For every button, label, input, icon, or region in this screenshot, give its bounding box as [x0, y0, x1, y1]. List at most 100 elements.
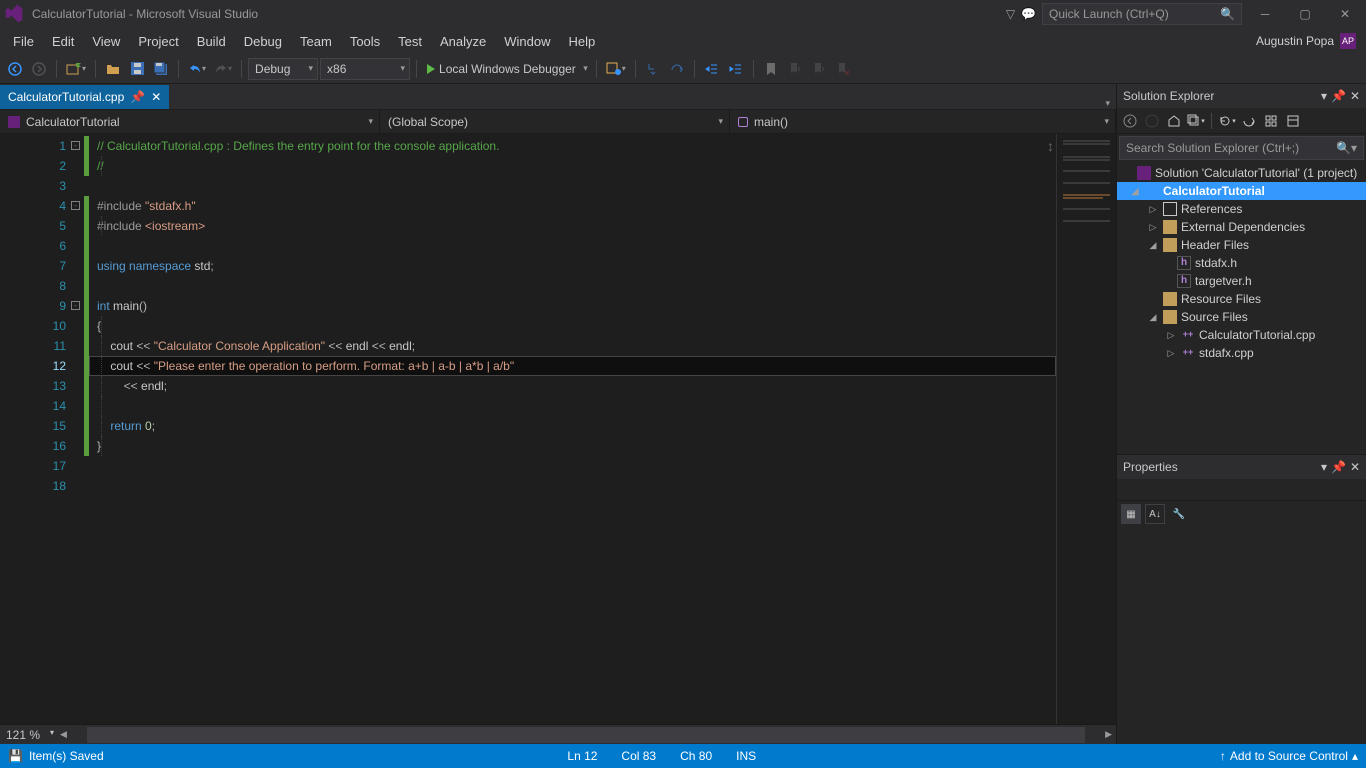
properties-panel: Properties ▾ 📌 ✕ ▦ A↓ 🔧: [1117, 454, 1366, 744]
nav-scope-label: (Global Scope): [388, 115, 468, 129]
back-icon[interactable]: [1121, 112, 1139, 130]
categorized-button[interactable]: ▦: [1121, 504, 1141, 524]
auto-hide-button[interactable]: 📌: [1331, 460, 1346, 474]
home-icon[interactable]: [1165, 112, 1183, 130]
menu-edit[interactable]: Edit: [43, 30, 83, 53]
external-deps-node[interactable]: ▷External Dependencies: [1117, 218, 1366, 236]
header-files-node[interactable]: ◢Header Files: [1117, 236, 1366, 254]
stdafx-h-node[interactable]: hstdafx.h: [1117, 254, 1366, 272]
menu-window[interactable]: Window: [495, 30, 559, 53]
project-node[interactable]: ◢CalculatorTutorial: [1117, 182, 1366, 200]
pin-icon[interactable]: 📌: [130, 90, 145, 104]
menu-debug[interactable]: Debug: [235, 30, 291, 53]
zoom-combo[interactable]: 121 %: [0, 728, 56, 742]
save-button[interactable]: [126, 58, 148, 80]
source-files-node[interactable]: ◢Source Files: [1117, 308, 1366, 326]
bookmark-button[interactable]: [760, 58, 782, 80]
start-debug-button[interactable]: Local Windows Debugger: [423, 58, 590, 80]
stdafx-cpp-node[interactable]: ▷++stdafx.cpp: [1117, 344, 1366, 362]
calc-cpp-node[interactable]: ▷++CalculatorTutorial.cpp: [1117, 326, 1366, 344]
user-account[interactable]: Augustin Popa AP: [1256, 33, 1362, 49]
step-over-button[interactable]: [666, 58, 688, 80]
back-button[interactable]: [4, 58, 26, 80]
horizontal-scrollbar[interactable]: [87, 727, 1085, 743]
nav-project-combo[interactable]: CalculatorTutorial: [0, 110, 380, 133]
solution-explorer-search[interactable]: Search Solution Explorer (Ctrl+;) 🔍▾: [1119, 136, 1364, 160]
solution-tree[interactable]: Solution 'CalculatorTutorial' (1 project…: [1117, 162, 1366, 454]
auto-hide-button[interactable]: 📌: [1331, 89, 1346, 103]
solution-config-combo[interactable]: Debug: [248, 58, 318, 80]
menu-file[interactable]: File: [4, 30, 43, 53]
close-panel-button[interactable]: ✕: [1350, 89, 1360, 103]
next-bookmark-button[interactable]: [808, 58, 830, 80]
collapse-all-icon[interactable]: [1240, 112, 1258, 130]
user-name: Augustin Popa: [1256, 34, 1334, 48]
search-placeholder: Search Solution Explorer (Ctrl+;): [1126, 141, 1299, 155]
decrease-indent-button[interactable]: [701, 58, 723, 80]
quick-launch-placeholder: Quick Launch (Ctrl+Q): [1049, 7, 1220, 21]
status-line: Ln 12: [567, 749, 597, 763]
undo-button[interactable]: ▾: [185, 58, 209, 80]
window-position-button[interactable]: ▾: [1321, 460, 1327, 474]
window-position-button[interactable]: ▾: [1321, 89, 1327, 103]
properties-icon[interactable]: [1284, 112, 1302, 130]
clear-bookmarks-button[interactable]: [832, 58, 854, 80]
vs-logo-icon: [4, 4, 24, 24]
maximize-button[interactable]: ▢: [1288, 2, 1322, 26]
menu-test[interactable]: Test: [389, 30, 431, 53]
properties-title: Properties ▾ 📌 ✕: [1117, 455, 1366, 479]
solution-node[interactable]: Solution 'CalculatorTutorial' (1 project…: [1117, 164, 1366, 182]
user-avatar: AP: [1340, 33, 1356, 49]
close-button[interactable]: ✕: [1328, 2, 1362, 26]
property-pages-button[interactable]: 🔧: [1169, 504, 1189, 524]
increase-indent-button[interactable]: [725, 58, 747, 80]
status-ins: INS: [736, 749, 756, 763]
browser-link-button[interactable]: ▾: [603, 58, 629, 80]
close-panel-button[interactable]: ✕: [1350, 460, 1360, 474]
resource-files-node[interactable]: Resource Files: [1117, 290, 1366, 308]
redo-button[interactable]: ▾: [211, 58, 235, 80]
feedback-icon[interactable]: 💬: [1021, 7, 1036, 21]
save-all-button[interactable]: [150, 58, 172, 80]
status-saved: Item(s) Saved: [29, 749, 104, 763]
menu-team[interactable]: Team: [291, 30, 341, 53]
tab-calculatortutorial-cpp[interactable]: CalculatorTutorial.cpp 📌 ✕: [0, 85, 169, 109]
quick-launch-input[interactable]: Quick Launch (Ctrl+Q) 🔍: [1042, 3, 1242, 25]
code-editor[interactable]: // CalculatorTutorial.cpp : Defines the …: [89, 134, 1056, 724]
new-project-button[interactable]: ▾: [63, 58, 89, 80]
open-file-button[interactable]: [102, 58, 124, 80]
menu-tools[interactable]: Tools: [341, 30, 389, 53]
solution-explorer-toolbar: ▾ ▾: [1117, 108, 1366, 134]
show-all-icon[interactable]: [1262, 112, 1280, 130]
forward-button[interactable]: [28, 58, 50, 80]
panel-title-label: Solution Explorer: [1123, 89, 1214, 103]
forward-icon[interactable]: [1143, 112, 1161, 130]
scroll-left-button[interactable]: ◀: [56, 729, 71, 740]
scroll-right-button[interactable]: ▶: [1101, 729, 1116, 740]
nav-member-combo[interactable]: main(): [730, 110, 1116, 133]
scroll-map[interactable]: [1056, 134, 1116, 724]
nav-scope-combo[interactable]: (Global Scope): [380, 110, 730, 133]
references-node[interactable]: ▷References: [1117, 200, 1366, 218]
notifications-icon[interactable]: ▽: [1006, 7, 1015, 21]
alphabetical-button[interactable]: A↓: [1145, 504, 1165, 524]
menu-build[interactable]: Build: [188, 30, 235, 53]
chevron-up-icon: ▴: [1352, 749, 1358, 763]
navigation-bar: CalculatorTutorial (Global Scope) main(): [0, 110, 1116, 134]
close-icon[interactable]: ✕: [151, 90, 161, 104]
tab-overflow-button[interactable]: ▾: [1099, 98, 1116, 109]
minimize-button[interactable]: ─: [1248, 2, 1282, 26]
menu-help[interactable]: Help: [560, 30, 605, 53]
step-into-button[interactable]: [642, 58, 664, 80]
sync-icon[interactable]: ▾: [1187, 112, 1205, 130]
menu-project[interactable]: Project: [129, 30, 187, 53]
prev-bookmark-button[interactable]: [784, 58, 806, 80]
status-col: Col 83: [621, 749, 656, 763]
menu-view[interactable]: View: [83, 30, 129, 53]
solution-platform-combo[interactable]: x86: [320, 58, 410, 80]
menu-analyze[interactable]: Analyze: [431, 30, 495, 53]
targetver-h-node[interactable]: htargetver.h: [1117, 272, 1366, 290]
start-debug-label: Local Windows Debugger: [439, 62, 576, 76]
refresh-icon[interactable]: ▾: [1218, 112, 1236, 130]
add-source-control-button[interactable]: ↑ Add to Source Control ▴: [1220, 749, 1358, 763]
